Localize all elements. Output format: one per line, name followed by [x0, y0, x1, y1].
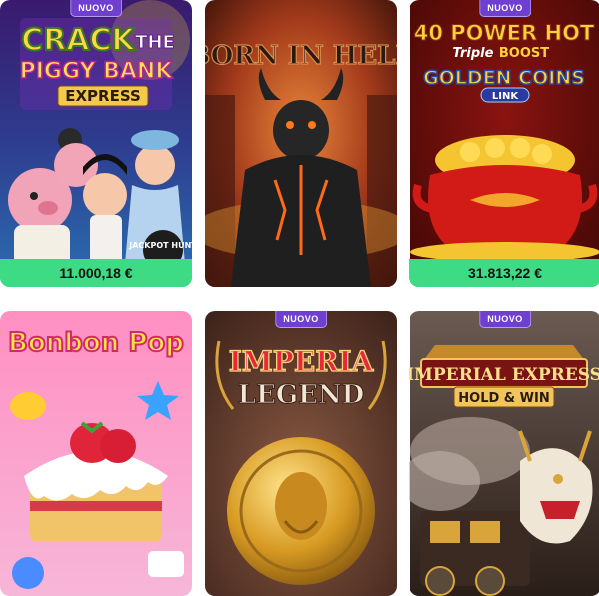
game-logo: BORN IN HELL [205, 40, 397, 71]
logo-line-3: PIGGY BANK [20, 59, 174, 84]
game-tile-imperial-express[interactable]: NUOVO IMPERIAL EXPRESS HOLD & WIN [409, 311, 599, 596]
logo-line-2: LEGEND [238, 380, 364, 410]
logo-line-2: THE [135, 32, 175, 53]
logo-line-2: Triple [453, 46, 494, 61]
logo-line-1: IMPERIA [229, 345, 375, 378]
jackpot-amount: 11.000,18 € [0, 259, 192, 287]
logo-line-1: BORN IN HELL [205, 41, 397, 71]
logo-line-1: CRACK [21, 23, 136, 58]
game-tile-imperia-legend[interactable]: NUOVO IMPERIA LEGEND [205, 311, 397, 596]
jackpot-amount: 31.813,22 € [409, 259, 599, 287]
logo-line-3: BOOST [499, 46, 549, 61]
logo-line-4: EXPRESS [65, 87, 141, 105]
logo-line-5: LINK [492, 91, 519, 102]
logo-line-1: Bonbon Pop [8, 328, 184, 358]
new-badge: NUOVO [275, 311, 327, 328]
corner-logo: JACKPOT HUNT [128, 241, 192, 250]
game-tile-born-in-hell[interactable]: BORN IN HELL [205, 0, 397, 287]
new-badge: NUOVO [70, 0, 122, 17]
logo-line-1: 40 POWER HOT [414, 21, 595, 45]
game-logo: Bonbon Pop [7, 327, 185, 359]
new-badge: NUOVO [479, 0, 531, 17]
logo-line-2: HOLD & WIN [458, 391, 549, 406]
logo-line-4: GOLDEN COINS [423, 67, 585, 89]
game-tile-40-power-hot[interactable]: NUOVO 40 POWER HOT Triple BOOST GOLDEN C… [409, 0, 599, 287]
game-logo: CRACK THE PIGGY BANK EXPRESS [19, 18, 175, 110]
game-tile-crack-the-piggy-bank[interactable]: JACKPOT HUNT NUOVO CRACK THE PIGGY BANK … [0, 0, 192, 287]
game-tile-bonbon-pop[interactable]: Bonbon Pop [0, 311, 192, 596]
new-badge: NUOVO [479, 311, 531, 328]
logo-line-1: IMPERIAL EXPRESS [409, 365, 599, 385]
